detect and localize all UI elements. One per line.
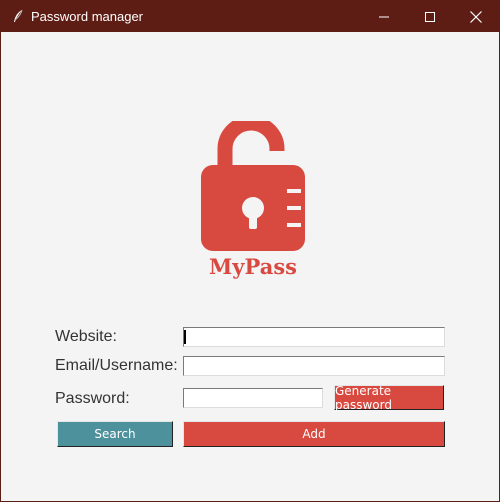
logo-text: MyPass: [209, 254, 297, 279]
maximize-icon: [425, 11, 435, 22]
close-icon: [470, 10, 482, 23]
maximize-button[interactable]: [407, 1, 453, 32]
minimize-button[interactable]: [361, 1, 407, 32]
mypass-logo: MyPass: [201, 121, 305, 279]
email-username-input[interactable]: [183, 356, 445, 376]
website-label: Website:: [55, 328, 117, 345]
unlocked-padlock-icon: [201, 121, 305, 251]
feather-icon: [14, 9, 23, 22]
email-username-label: Email/Username:: [55, 357, 178, 374]
minimize-icon: [379, 16, 389, 17]
text-cursor: [184, 330, 186, 344]
add-button[interactable]: Add: [183, 421, 445, 447]
close-button[interactable]: [453, 1, 499, 32]
app-window: Password manager MyPass Website: Email/U…: [0, 0, 500, 502]
password-input[interactable]: [183, 388, 323, 408]
password-label: Password:: [55, 390, 130, 407]
website-input[interactable]: [183, 327, 445, 347]
title-bar[interactable]: Password manager: [1, 1, 499, 32]
search-button[interactable]: Search: [57, 421, 173, 447]
generate-password-button[interactable]: Generate password: [334, 384, 444, 412]
window-title: Password manager: [31, 9, 143, 24]
